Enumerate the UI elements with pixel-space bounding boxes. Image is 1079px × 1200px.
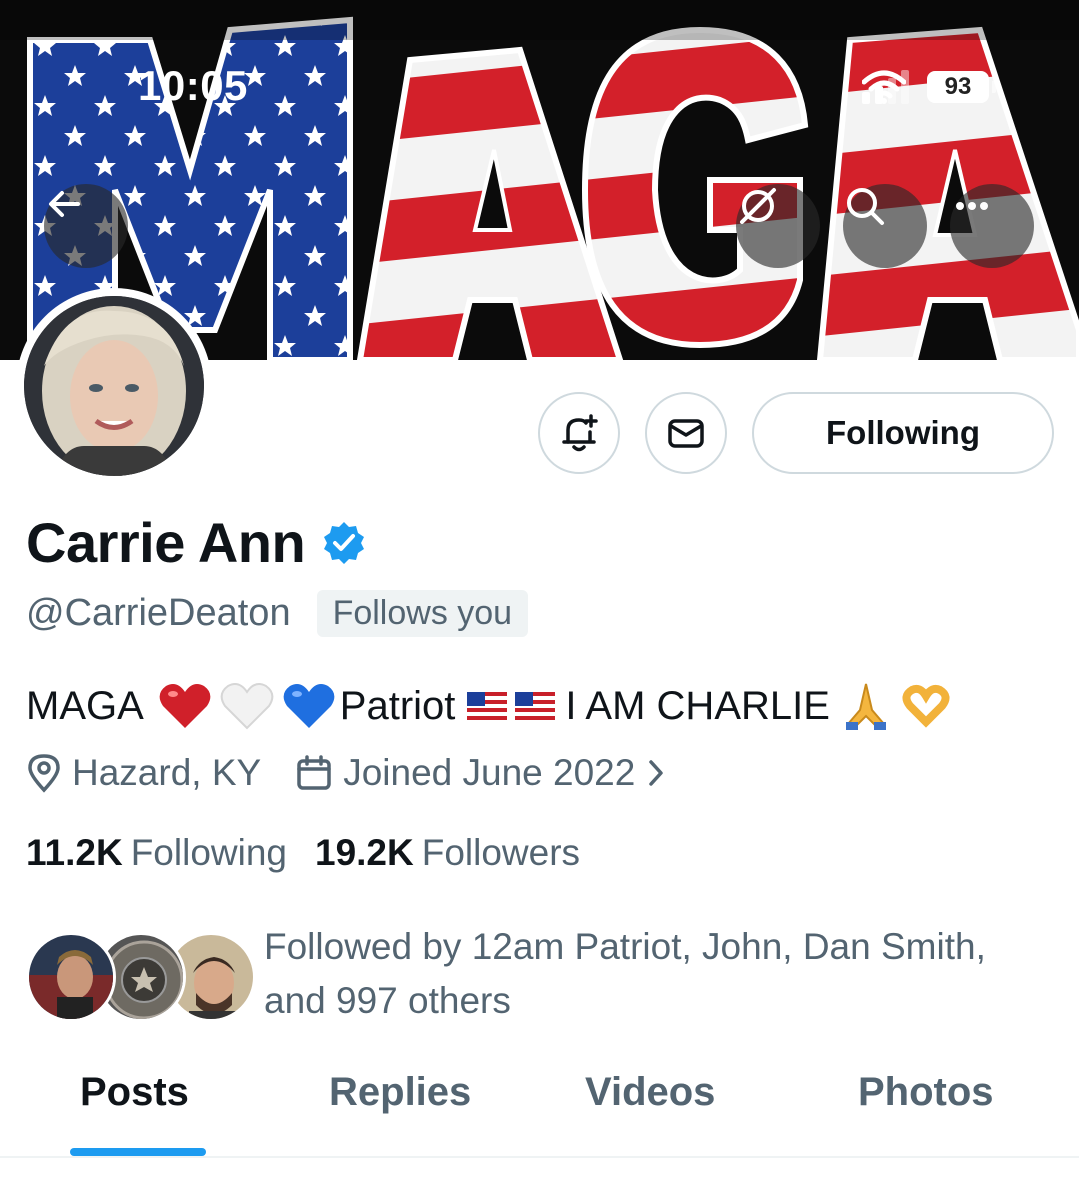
tab-videos[interactable]: Videos (585, 1070, 715, 1115)
wifi-icon (862, 70, 906, 104)
back-button[interactable] (44, 184, 128, 268)
bio-text-end: I AM CHARLIE (565, 683, 830, 728)
status-time: 10:05 (138, 62, 248, 109)
following-button[interactable]: Following (752, 392, 1054, 474)
chevron-right-icon (649, 760, 664, 786)
mutual-avatars (26, 924, 256, 1024)
profile-tabs: Posts Replies Videos Photos (0, 1070, 1079, 1158)
grok-slash-icon (740, 188, 776, 224)
location-item: Hazard, KY (26, 752, 261, 794)
location-pin-icon (28, 754, 60, 793)
white-heart-icon (220, 682, 274, 730)
mutual-avatar (26, 932, 116, 1022)
profile-meta: Hazard, KY Joined June 2022 (26, 752, 701, 794)
envelope-icon (668, 419, 704, 448)
followers-count-label: Followers (421, 832, 581, 873)
us-flag-icon (467, 692, 508, 720)
followers-count: 19.2K (315, 832, 414, 873)
search-button[interactable] (843, 184, 927, 268)
arrow-left-icon (49, 191, 80, 217)
active-tab-indicator (70, 1148, 206, 1156)
search-icon (847, 188, 884, 225)
heart-hands-icon (900, 684, 952, 728)
battery-indicator: 93 (927, 71, 996, 103)
tab-posts[interactable]: Posts (80, 1070, 189, 1115)
followers-count-link[interactable]: 19.2K Followers (315, 832, 580, 874)
joined-item[interactable]: Joined June 2022 (295, 752, 667, 794)
tab-photos[interactable]: Photos (858, 1070, 994, 1115)
bio-text-mid: Patriot (339, 683, 456, 728)
followed-by-section[interactable]: Followed by 12am Patriot, John, Dan Smit… (26, 920, 1024, 1028)
display-name: Carrie Ann (26, 511, 306, 574)
follow-counts: 11.2K Following 19.2K Followers (26, 832, 580, 874)
tab-replies[interactable]: Replies (329, 1070, 471, 1115)
grok-button[interactable] (736, 184, 820, 268)
message-button[interactable] (645, 392, 727, 474)
profile-avatar[interactable] (16, 288, 212, 484)
location-text: Hazard, KY (72, 752, 262, 793)
bio-text-start: MAGA (26, 683, 144, 728)
user-handle: @CarrieDeaton (26, 592, 291, 634)
handle-row: @CarrieDeaton Follows you (26, 590, 529, 637)
more-button[interactable] (950, 184, 1034, 268)
tabs-divider (0, 1156, 1079, 1158)
name-row: Carrie Ann (26, 510, 367, 575)
joined-text: Joined June 2022 (343, 752, 636, 793)
status-indicators: 93 (862, 70, 996, 104)
following-count-label: Following (130, 832, 287, 873)
avatar-photo (24, 296, 204, 476)
blue-heart-icon (282, 682, 336, 730)
notifications-button[interactable] (538, 392, 620, 474)
followed-by-text: Followed by 12am Patriot, John, Dan Smit… (264, 926, 986, 1021)
follows-you-badge: Follows you (316, 590, 529, 637)
more-horizontal-icon (956, 202, 988, 210)
following-count-link[interactable]: 11.2K Following (26, 832, 287, 874)
profile-bio: MAGA Patriot I AM CHARLIE (26, 680, 956, 732)
following-count: 11.2K (26, 832, 123, 873)
bell-plus-icon (562, 414, 598, 452)
calendar-icon (297, 755, 331, 790)
praying-hands-icon (840, 680, 892, 732)
verified-badge-icon[interactable] (321, 520, 367, 566)
us-flag-icon (515, 692, 556, 720)
red-heart-icon (158, 682, 212, 730)
